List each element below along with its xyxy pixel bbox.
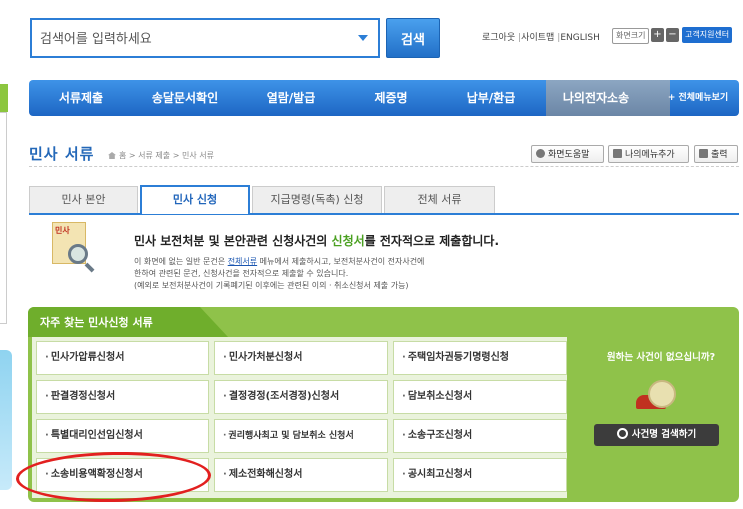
dropdown-arrow-icon[interactable] bbox=[358, 35, 368, 41]
form-link[interactable]: · 결정경정(조서경정)신청서 bbox=[214, 380, 388, 414]
utility-links: 로그아웃 |사이트맵 |ENGLISH bbox=[482, 33, 600, 43]
case-name-search-button[interactable]: 사건명 검색하기 bbox=[594, 424, 719, 446]
form-link[interactable]: · 제소전화해신청서 bbox=[214, 458, 388, 492]
all-menu-button[interactable]: + 전체메뉴보기 bbox=[657, 80, 739, 116]
intro-headline: 민사 보전처분 및 본안관련 신청사건의 신청서를 전자적으로 제출합니다. bbox=[134, 234, 500, 248]
magnifier-icon bbox=[68, 244, 88, 264]
breadcrumb-home[interactable]: 홈 bbox=[119, 151, 126, 160]
add-my-menu-label: 나의메뉴추가 bbox=[625, 150, 675, 160]
intro-description: 이 화면에 없는 일반 문건은 전체서류 메뉴에서 제출하시고, 보전처분사건이… bbox=[134, 257, 425, 290]
bookmark-icon bbox=[613, 149, 622, 158]
side-question: 원하는 사건이 없으십니까? bbox=[606, 352, 716, 363]
main-nav: 서류제출 송달문서확인 열람/발급 제증명 납부/환급 나의전자소송 + 전체메… bbox=[29, 80, 739, 116]
tab-all-documents[interactable]: 전체 서류 bbox=[384, 186, 495, 213]
printer-icon bbox=[699, 149, 708, 158]
left-banner-edge bbox=[0, 350, 12, 490]
breadcrumb-current: 민사 서류 bbox=[181, 151, 214, 160]
magnifier-handle bbox=[84, 262, 95, 273]
font-size-decrease-button[interactable]: − bbox=[666, 28, 679, 42]
document-icon-label: 민사 bbox=[55, 226, 70, 235]
nav-item-delivery-check[interactable]: 송달문서확인 bbox=[129, 80, 241, 116]
print-label: 출력 bbox=[711, 150, 728, 160]
tab-civil-main[interactable]: 민사 본안 bbox=[29, 186, 138, 213]
form-link[interactable]: · 민사가처분신청서 bbox=[214, 341, 388, 375]
font-size-increase-button[interactable]: + bbox=[651, 28, 664, 42]
help-button[interactable]: 화면도움말 bbox=[531, 145, 604, 163]
frequent-forms-panel: 자주 찾는 민사신청 서류 · 민사가압류신청서 · 민사가처분신청서 · 주택임차권… bbox=[28, 307, 739, 502]
search-input[interactable] bbox=[40, 28, 340, 50]
tab-underline bbox=[29, 213, 739, 215]
form-link[interactable]: · 주택임차권등기명령신청 bbox=[393, 341, 567, 375]
breadcrumb: 홈 > 서류 제출 > 민사 서류 bbox=[108, 150, 214, 161]
print-button[interactable]: 출력 bbox=[694, 145, 738, 163]
nav-item-document-submit[interactable]: 서류제출 bbox=[35, 80, 127, 116]
nav-item-certificates[interactable]: 제증명 bbox=[341, 80, 441, 116]
form-link[interactable]: · 판결경정신청서 bbox=[36, 380, 209, 414]
font-size-label: 화면크기 bbox=[612, 28, 650, 44]
nav-item-view-issue[interactable]: 열람/발급 bbox=[241, 80, 341, 116]
search-person-icon bbox=[648, 380, 676, 408]
help-button-label: 화면도움말 bbox=[548, 150, 590, 160]
title-divider bbox=[29, 166, 739, 168]
form-link[interactable]: · 소송비용액확정신청서 bbox=[36, 458, 209, 492]
english-link[interactable]: ENGLISH bbox=[560, 33, 600, 43]
search-icon bbox=[616, 428, 628, 439]
form-link[interactable]: · 담보취소신청서 bbox=[393, 380, 567, 414]
tab-civil-application[interactable]: 민사 신청 bbox=[140, 185, 250, 214]
logout-link[interactable]: 로그아웃 bbox=[482, 33, 515, 43]
form-link[interactable]: · 민사가압류신청서 bbox=[36, 341, 209, 375]
form-link[interactable]: · 공시최고신청서 bbox=[393, 458, 567, 492]
case-name-search-label: 사건명 검색하기 bbox=[631, 429, 697, 440]
all-documents-link[interactable]: 전체서류 bbox=[228, 257, 257, 266]
form-link[interactable]: · 특별대리인선임신청서 bbox=[36, 419, 209, 453]
nav-item-my-e-litigation[interactable]: 나의전자소송 bbox=[546, 80, 646, 116]
tab-payment-order[interactable]: 지급명령(독촉) 신청 bbox=[252, 186, 382, 213]
search-box bbox=[30, 18, 380, 58]
help-center-button[interactable]: 고객지원센터 bbox=[682, 27, 733, 43]
left-panel-box-edge bbox=[0, 112, 7, 324]
add-my-menu-button[interactable]: 나의메뉴추가 bbox=[608, 145, 689, 163]
nav-item-payment-refund[interactable]: 납부/환급 bbox=[441, 80, 541, 116]
info-icon bbox=[536, 149, 545, 158]
home-icon[interactable] bbox=[108, 152, 116, 159]
search-button[interactable]: 검색 bbox=[386, 18, 440, 58]
form-link[interactable]: · 소송구조신청서 bbox=[393, 419, 567, 453]
page-title: 민사 서류 bbox=[29, 145, 95, 163]
breadcrumb-submit[interactable]: 서류 제출 bbox=[138, 151, 170, 160]
panel-title: 자주 찾는 민사신청 서류 bbox=[40, 316, 153, 329]
forms-grid: · 민사가압류신청서 · 민사가처분신청서 · 주택임차권등기명령신청 · 판결경정신청… bbox=[32, 337, 567, 498]
sitemap-link[interactable]: 사이트맵 bbox=[521, 33, 554, 43]
left-panel-edge bbox=[0, 84, 8, 112]
form-link[interactable]: · 권리행사최고 및 담보취소 신청서 bbox=[214, 419, 388, 453]
